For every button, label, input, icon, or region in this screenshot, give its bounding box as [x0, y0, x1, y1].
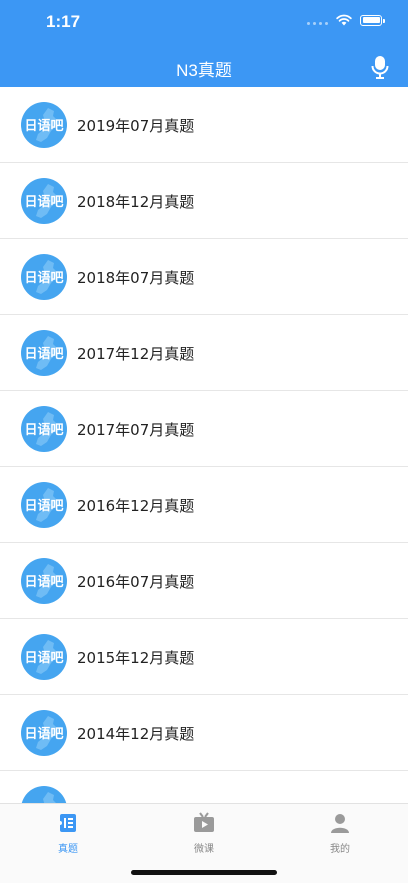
exam-title: 2016年12月真题: [77, 497, 195, 515]
tab-exam[interactable]: 真题: [28, 812, 108, 855]
tab-label: 微课: [194, 844, 214, 855]
exam-title: 2015年12月真题: [77, 649, 195, 667]
exam-row[interactable]: 日语吧 2016年12月真题: [0, 467, 408, 543]
exam-title: 2017年12月真题: [77, 345, 195, 363]
tab-label: 我的: [330, 844, 350, 855]
svg-text:日语吧: 日语吧: [24, 651, 63, 666]
exam-row[interactable]: 日语吧 2015年12月真题: [0, 619, 408, 695]
svg-text:日语吧: 日语吧: [24, 499, 63, 514]
exam-row[interactable]: 日语吧 2019年07月真题: [0, 87, 408, 163]
svg-text:日语吧: 日语吧: [24, 423, 63, 438]
tab-label: 真题: [58, 844, 78, 855]
wifi-icon: [336, 14, 352, 26]
exam-row[interactable]: 日语吧: [0, 771, 408, 803]
svg-text:日语吧: 日语吧: [24, 347, 63, 362]
exam-title: 2016年07月真题: [77, 573, 195, 591]
status-icons: [307, 14, 385, 26]
exam-title: 2018年07月真题: [77, 269, 195, 287]
exam-title: 2019年07月真题: [77, 117, 195, 135]
battery-icon: [360, 14, 385, 26]
app-logo-icon: 日语吧: [21, 482, 67, 528]
exam-title: 2014年12月真题: [77, 725, 195, 743]
exam-row[interactable]: 日语吧 2018年07月真题: [0, 239, 408, 315]
microphone-icon[interactable]: [370, 55, 390, 79]
exam-row[interactable]: 日语吧 2017年12月真题: [0, 315, 408, 391]
app-logo-icon: 日语吧: [21, 178, 67, 224]
page-title: N3真题: [176, 61, 232, 80]
app-logo-icon: 日语吧: [21, 710, 67, 756]
home-indicator: [131, 870, 277, 875]
app-logo-icon: 日语吧: [21, 634, 67, 680]
video-icon: [194, 812, 214, 832]
app-logo-icon: 日语吧: [21, 558, 67, 604]
tab-microlessons[interactable]: 微课: [164, 812, 244, 855]
user-icon: [331, 814, 349, 833]
app-logo-icon: 日语吧: [21, 330, 67, 376]
exam-row[interactable]: 日语吧 2014年12月真题: [0, 695, 408, 771]
app-logo-icon: 日语吧: [21, 406, 67, 452]
exam-row[interactable]: 日语吧 2017年07月真题: [0, 391, 408, 467]
app-logo-icon: 日语吧: [21, 786, 67, 803]
svg-text:日语吧: 日语吧: [24, 575, 63, 590]
exam-list: 日语吧 2019年07月真题 日语吧 2018年12月真题 日语吧 2018年0…: [0, 87, 408, 803]
svg-text:日语吧: 日语吧: [24, 119, 63, 134]
exam-icon: [58, 814, 76, 832]
app-logo-icon: 日语吧: [21, 102, 67, 148]
exam-title: 2018年12月真题: [77, 193, 195, 211]
signal-icon: [307, 15, 328, 25]
exam-row[interactable]: 日语吧 2018年12月真题: [0, 163, 408, 239]
app-logo-icon: 日语吧: [21, 254, 67, 300]
exam-title: 2017年07月真题: [77, 421, 195, 439]
status-time: 1:17: [46, 12, 81, 31]
svg-text:日语吧: 日语吧: [24, 195, 63, 210]
tab-profile[interactable]: 我的: [300, 812, 380, 855]
exam-row[interactable]: 日语吧 2016年07月真题: [0, 543, 408, 619]
svg-text:日语吧: 日语吧: [24, 271, 63, 286]
svg-text:日语吧: 日语吧: [24, 727, 63, 742]
navigation-bar: 1:17 N3真题: [0, 0, 408, 87]
